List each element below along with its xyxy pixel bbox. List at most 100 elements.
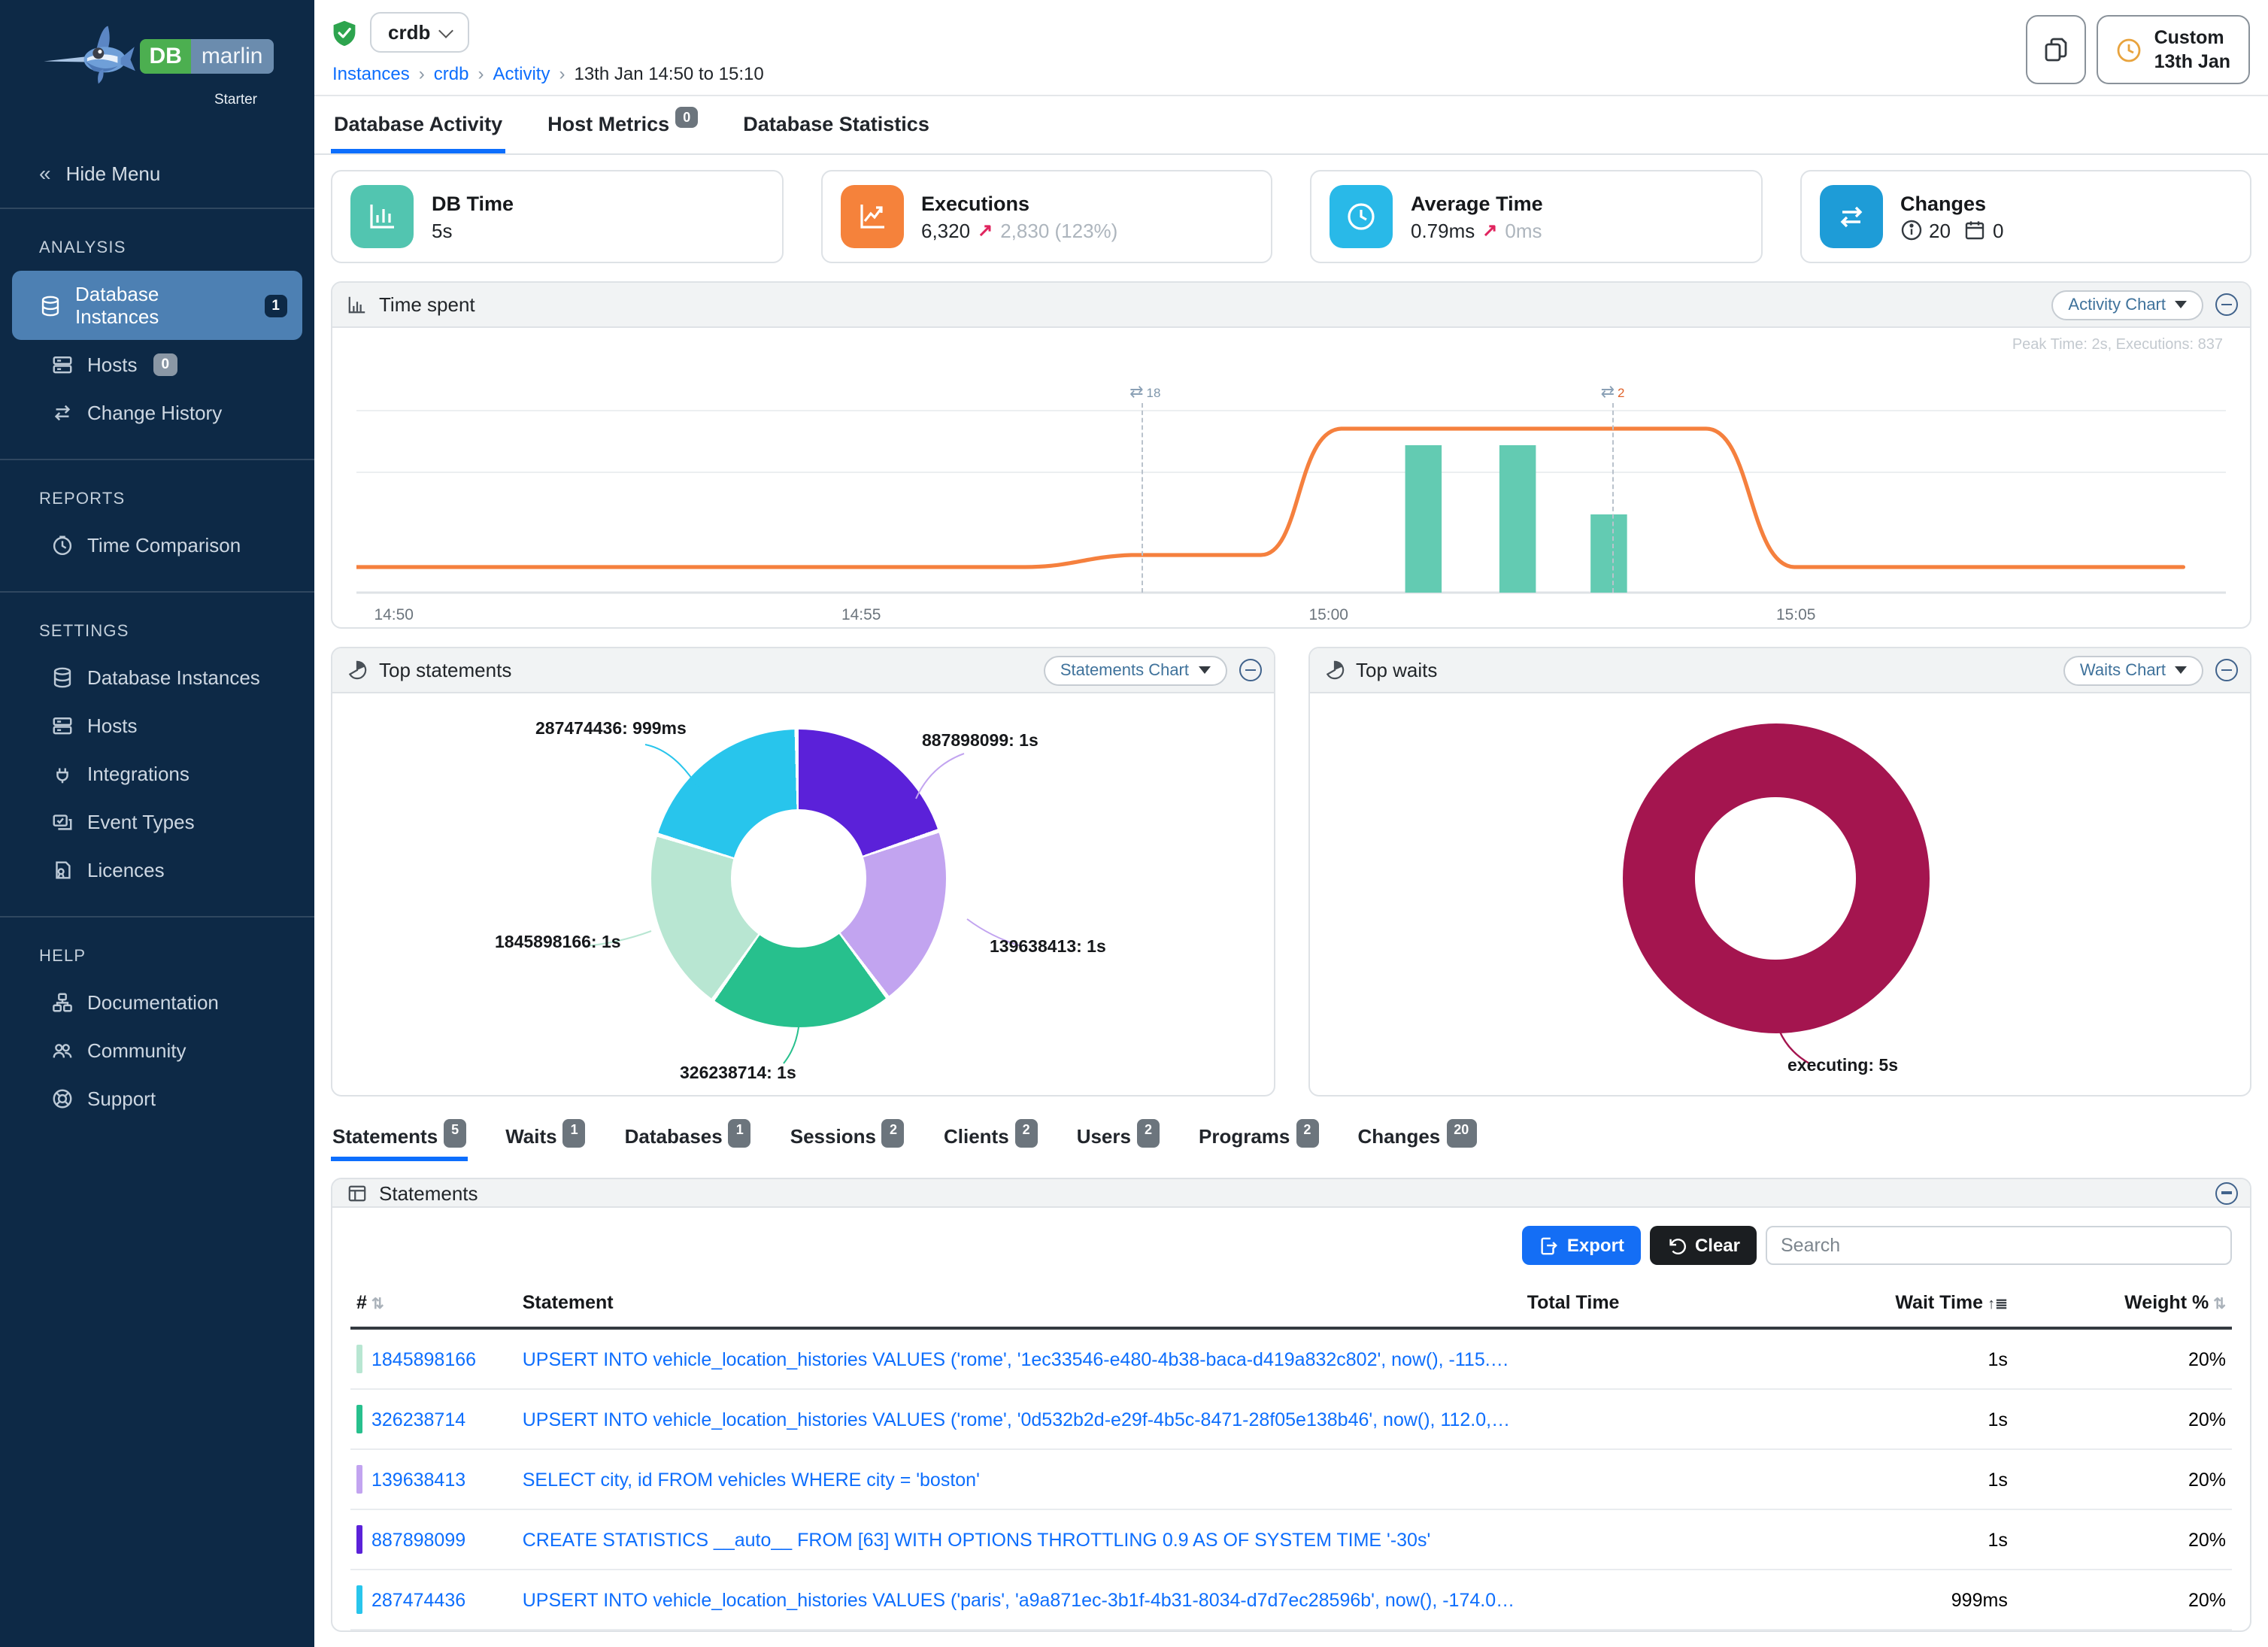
events-count: 0 — [1993, 219, 2003, 241]
clear-button[interactable]: Clear — [1650, 1226, 1757, 1265]
tab-databases[interactable]: Databases1 — [623, 1119, 753, 1161]
table-row[interactable]: 326238714 UPSERT INTO vehicle_location_h… — [350, 1389, 2232, 1449]
copy-link-button[interactable] — [2027, 15, 2087, 84]
info-icon[interactable] — [1900, 220, 1921, 241]
collapse-panel-icon[interactable] — [2215, 293, 2238, 316]
tab-statements[interactable]: Statements5 — [331, 1119, 468, 1161]
count-badge: 1 — [729, 1119, 751, 1148]
change-marker[interactable]: ⇄2 — [1613, 403, 1615, 593]
statement-id-link[interactable]: 139638413 — [371, 1469, 465, 1490]
statements-chart-select[interactable]: Statements Chart — [1044, 655, 1226, 685]
chevron-down-icon — [438, 23, 453, 38]
statements-table: #⇅ Statement Total Time Wait Time↑≣ Weig… — [350, 1283, 2232, 1630]
tab-database-statistics[interactable]: Database Statistics — [740, 96, 932, 153]
statements-donut-chart[interactable]: 887898099: 1s139638413: 1s326238714: 1s1… — [332, 693, 1273, 1095]
breadcrumb-instance[interactable]: crdb — [434, 63, 469, 84]
sidebar-item-database-instances[interactable]: Database Instances — [12, 654, 302, 701]
waits-donut-chart[interactable]: executing: 5s — [1309, 693, 2250, 1095]
col-header-wait-time[interactable]: Wait Time↑≣ — [1739, 1283, 2014, 1328]
hide-menu-button[interactable]: « Hide Menu — [0, 138, 314, 209]
metric-value: 5s — [432, 219, 514, 241]
col-header-id[interactable]: #⇅ — [350, 1283, 517, 1328]
sidebar-item-documentation[interactable]: Documentation — [12, 979, 302, 1026]
table-icon — [347, 1183, 367, 1203]
sidebar-item-hosts[interactable]: Hosts — [12, 702, 302, 749]
statement-link[interactable]: UPSERT INTO vehicle_location_histories V… — [523, 1348, 1515, 1369]
breadcrumb-activity[interactable]: Activity — [493, 63, 550, 84]
table-row[interactable]: 287474436 UPSERT INTO vehicle_location_h… — [350, 1570, 2232, 1630]
table-row[interactable]: 139638413 SELECT city, id FROM vehicles … — [350, 1449, 2232, 1509]
hosts-icon — [51, 353, 74, 376]
donut-label: 287474436: 999ms — [535, 720, 687, 739]
sidebar-section-title: SETTINGS — [0, 608, 314, 653]
sidebar-item-community[interactable]: Community — [12, 1027, 302, 1074]
sidebar-item-licences[interactable]: Licences — [12, 847, 302, 893]
pie-chart-icon — [347, 660, 367, 680]
sidebar-item-database-instances[interactable]: Database Instances 1 — [12, 271, 302, 340]
sidebar-item-label: Database Instances — [75, 283, 247, 328]
tab-programs[interactable]: Programs2 — [1197, 1119, 1320, 1161]
sidebar-item-support[interactable]: Support — [12, 1075, 302, 1122]
sidebar-item-hosts[interactable]: Hosts 0 — [12, 341, 302, 388]
table-row[interactable]: 887898099 CREATE STATISTICS __auto__ FRO… — [350, 1509, 2232, 1570]
statement-link[interactable]: UPSERT INTO vehicle_location_histories V… — [523, 1409, 1515, 1430]
col-header-total-time[interactable]: Total Time — [1521, 1283, 1739, 1328]
collapse-panel-icon[interactable] — [2215, 659, 2238, 681]
sidebar-item-change-history[interactable]: Change History — [12, 390, 302, 436]
metric-card-db-time: DB Time 5s — [331, 170, 783, 263]
statement-id-link[interactable]: 287474436 — [371, 1589, 465, 1610]
tab-sessions[interactable]: Sessions2 — [789, 1119, 906, 1161]
collapse-panel-icon[interactable] — [1239, 659, 1261, 681]
time-spent-panel: Time spent Activity Chart Peak Time: 2s,… — [331, 281, 2251, 629]
statement-link[interactable]: CREATE STATISTICS __auto__ FROM [63] WIT… — [523, 1529, 1515, 1550]
tab-host-metrics[interactable]: Host Metrics0 — [544, 96, 701, 153]
statement-link[interactable]: SELECT city, id FROM vehicles WHERE city… — [523, 1469, 1515, 1490]
statement-id-link[interactable]: 326238714 — [371, 1409, 465, 1430]
instance-selector[interactable]: crdb — [370, 12, 469, 53]
time-spent-chart[interactable]: ⇄18 ⇄2 — [356, 367, 2226, 600]
statement-color-bar — [356, 1345, 362, 1373]
table-row[interactable]: 1845898166 UPSERT INTO vehicle_location_… — [350, 1328, 2232, 1389]
sidebar-item-integrations[interactable]: Integrations — [12, 751, 302, 797]
breadcrumb-timerange: 13th Jan 14:50 to 15:10 — [574, 63, 763, 84]
sidebar-item-time-comparison[interactable]: Time Comparison — [12, 522, 302, 569]
tab-users[interactable]: Users2 — [1075, 1119, 1161, 1161]
statement-id-link[interactable]: 1845898166 — [371, 1348, 476, 1369]
col-header-statement[interactable]: Statement — [517, 1283, 1521, 1328]
wait-time-value: 1s — [1739, 1509, 2014, 1570]
main-tabs: Database Activity Host Metrics0 Database… — [314, 96, 2268, 155]
waits-chart-select[interactable]: Waits Chart — [2063, 655, 2203, 685]
change-arrows-icon — [51, 402, 74, 424]
count-badge: 2 — [882, 1119, 905, 1148]
donut-label: 887898099: 1s — [922, 733, 1038, 751]
tab-database-activity[interactable]: Database Activity — [331, 96, 505, 153]
db-time-line — [356, 429, 2183, 567]
sort-asc-icon: ↑≣ — [1988, 1297, 2008, 1313]
tab-changes[interactable]: Changes20 — [1356, 1119, 1478, 1161]
sidebar-item-label: Time Comparison — [87, 534, 241, 557]
collapse-panel-icon[interactable] — [2215, 1181, 2238, 1204]
sidebar-item-label: Integrations — [87, 763, 190, 785]
tab-waits[interactable]: Waits1 — [504, 1119, 587, 1161]
x-tick-label: 15:00 — [1308, 606, 1348, 624]
search-input[interactable] — [1766, 1226, 2232, 1265]
breadcrumb-instances[interactable]: Instances — [332, 63, 410, 84]
top-statements-panel: Top statements Statements Chart — [331, 647, 1275, 1096]
statement-id-link[interactable]: 887898099 — [371, 1529, 465, 1550]
time-range-button[interactable]: Custom13th Jan — [2097, 15, 2250, 84]
calendar-icon[interactable] — [1964, 220, 1985, 241]
count-badge: 2 — [1296, 1119, 1318, 1148]
statement-link[interactable]: UPSERT INTO vehicle_location_histories V… — [523, 1589, 1515, 1610]
sidebar-item-label: Database Instances — [87, 666, 260, 689]
x-tick-label: 14:55 — [841, 606, 881, 624]
tab-clients[interactable]: Clients2 — [942, 1119, 1039, 1161]
activity-chart-select[interactable]: Activity Chart — [2051, 290, 2203, 320]
donut-label: 1845898166: 1s — [495, 934, 621, 952]
sidebar-item-event-types[interactable]: Event Types — [12, 799, 302, 845]
change-marker[interactable]: ⇄18 — [1142, 403, 1143, 593]
metric-title: Changes — [1900, 192, 2003, 214]
export-button[interactable]: Export — [1522, 1226, 1641, 1265]
statement-color-bar — [356, 1465, 362, 1494]
col-header-weight[interactable]: Weight %⇅ — [2014, 1283, 2232, 1328]
change-arrows-icon — [1819, 185, 1882, 248]
